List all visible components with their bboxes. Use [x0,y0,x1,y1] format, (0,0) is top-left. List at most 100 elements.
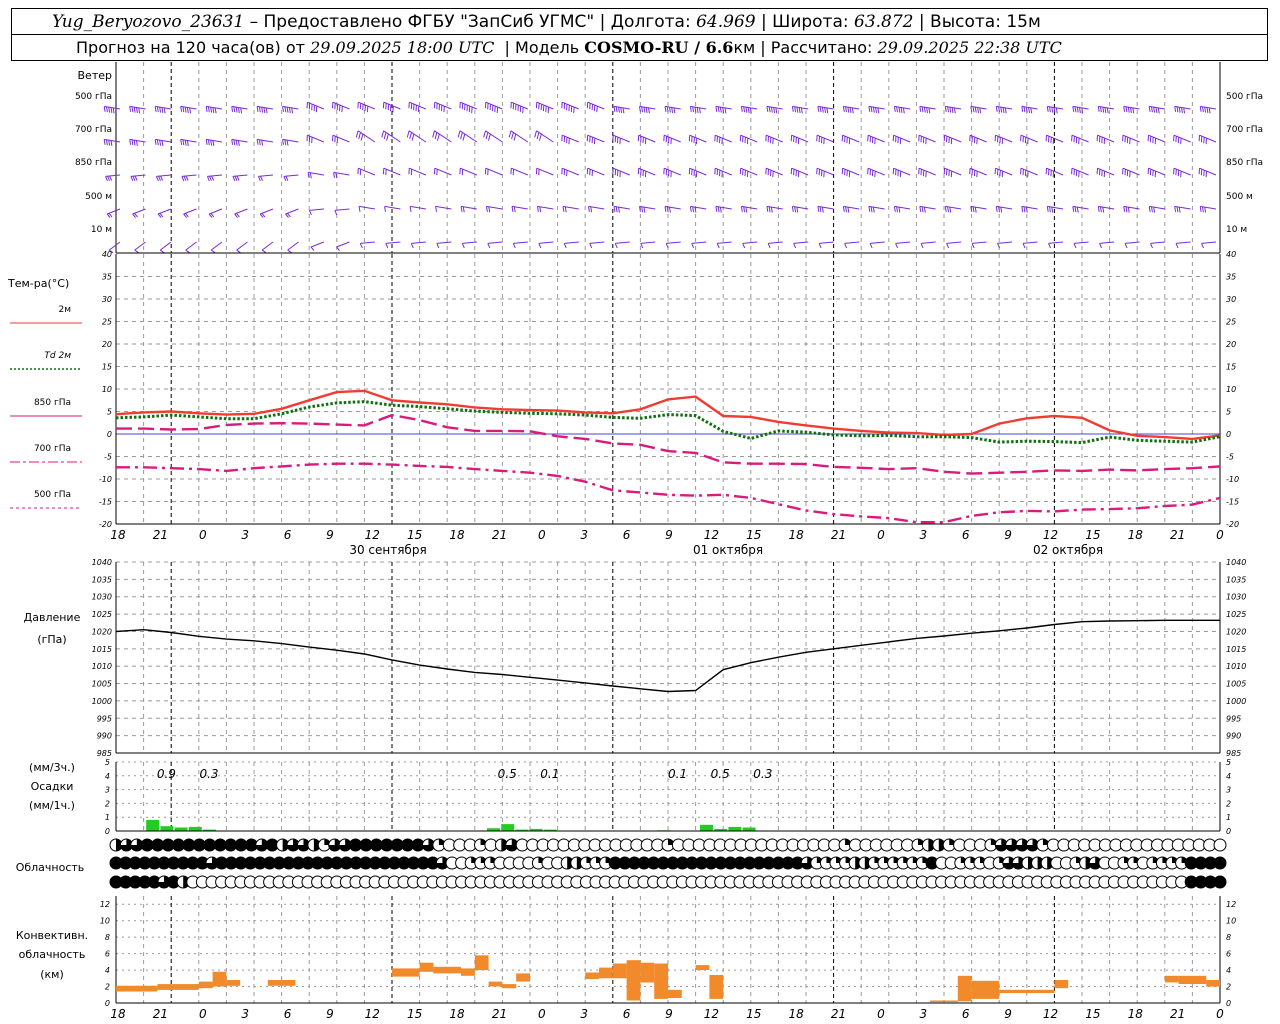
temp-xtick: 12 [1043,528,1058,542]
temp-xtick: 15 [407,528,422,542]
wind-barb [508,130,529,143]
temp-xtick: 0 [1216,528,1224,542]
wind-barb [589,241,605,249]
wind-barb [841,167,860,178]
wind-barb [154,138,172,146]
wind-level-label: 500 гПа [75,92,112,102]
temp-ytick-left: 30 [102,295,112,304]
precip-ytick-left: 0 [105,827,110,836]
wind-barb [106,208,121,218]
wind-barb [282,138,299,146]
temp-ytick-right: 5 [1226,408,1231,417]
wind-barb [995,105,1013,114]
temp-ytick-right: 20 [1226,340,1236,349]
wind-barb [1071,167,1089,178]
conv-xtick: 0 [538,1007,546,1021]
temp-xtick: 3 [919,528,927,542]
wind-barb [103,138,121,146]
pressure-ytick-right: 1020 [1226,627,1246,636]
precip-unit-bottom: (мм/1ч.) [29,799,75,812]
conv-cloud-box [392,968,420,977]
wind-barb [1022,241,1038,249]
wind-barb [691,241,707,249]
wind-barb [537,205,554,213]
pressure-ytick-left: 1015 [92,645,112,654]
wind-level-label-right: 500 гПа [1226,92,1263,102]
temp-ytick-left: 40 [102,250,112,259]
conv-ytick-left: 8 [105,933,110,942]
conv-xtick: 6 [962,1007,970,1021]
conv-xtick: 9 [1004,1007,1012,1021]
precip-title: Осадки [31,780,74,793]
wind-barb [868,105,885,114]
wind-barb [185,241,197,254]
pressure-ytick-right: 1040 [1226,558,1246,567]
pressure-ytick-right: 1035 [1226,575,1246,584]
wind-barb [287,241,299,254]
conv-cloud-box [695,965,710,970]
temp-ytick-left: 10 [102,385,112,394]
wind-barb [969,134,987,145]
wind-barb [767,241,783,249]
temp-xtick: 6 [623,528,631,542]
wind-barb [236,241,248,254]
wind-barb [433,101,452,113]
conv-ytick-left: 0 [105,999,110,1008]
precip-annotation: 0.9 [157,767,176,781]
wind-barb [282,105,299,114]
wind-barb [892,167,911,178]
conv-xtick: 18 [110,1007,126,1021]
wind-barb [510,101,529,114]
wind-barb [715,205,732,213]
temp-ytick-right: 10 [1226,385,1236,394]
wind-barb [765,167,783,178]
conv-xtick: 21 [153,1007,168,1021]
day-label: 01 октября [693,543,763,557]
wind-barb [105,174,121,182]
temp-xtick: 15 [1085,528,1100,542]
wind-barb [208,208,223,218]
precip-ytick-right: 2 [1226,799,1231,808]
wind-level-label: 850 гПа [75,158,112,168]
temp-ytick-right: 30 [1226,295,1236,304]
wind-barb [688,134,707,145]
conv-cloud-box [433,966,461,974]
wind-barb [663,134,681,145]
conv-cloud-box [267,980,296,986]
wind-level-label: 500 м [85,192,112,202]
wind-barb [231,105,248,114]
wind-barb [1020,134,1038,145]
precip-bar [174,827,188,831]
wind-barb [561,167,579,177]
wind-barb [157,208,172,218]
wind-barb [1048,241,1064,249]
conv-ytick-left: 6 [105,950,110,959]
temp-legend-label: 850 гПа [34,398,71,408]
wind-barb [588,205,605,213]
wind-barb [332,101,350,113]
conv-xtick: 0 [1216,1007,1224,1021]
wind-barb [640,241,656,249]
wind-barb [535,167,554,176]
wind-barb [664,205,681,213]
wind-barb [256,105,274,114]
pressure-ytick-right: 990 [1226,732,1241,741]
wind-barb [716,241,732,249]
wind-barb [946,241,962,249]
conv-title-1: Конвективн. [16,929,88,942]
wind-barb [689,105,707,114]
conv-ytick-left: 4 [105,966,110,975]
pressure-ytick-right: 1000 [1226,697,1246,706]
precip-ytick-left: 5 [105,758,110,767]
precip-bar [501,824,515,831]
wind-barb [487,241,503,249]
conv-cloud-box [1054,980,1069,989]
temp-legend-label: 700 гПа [34,444,71,454]
wind-barb [410,241,426,249]
conv-xtick: 6 [623,1007,631,1021]
conv-xtick: 21 [831,1007,846,1021]
precip-bar [146,820,160,831]
wind-barb [586,101,605,113]
wind-barb [943,134,962,145]
wind-barb [486,205,503,213]
